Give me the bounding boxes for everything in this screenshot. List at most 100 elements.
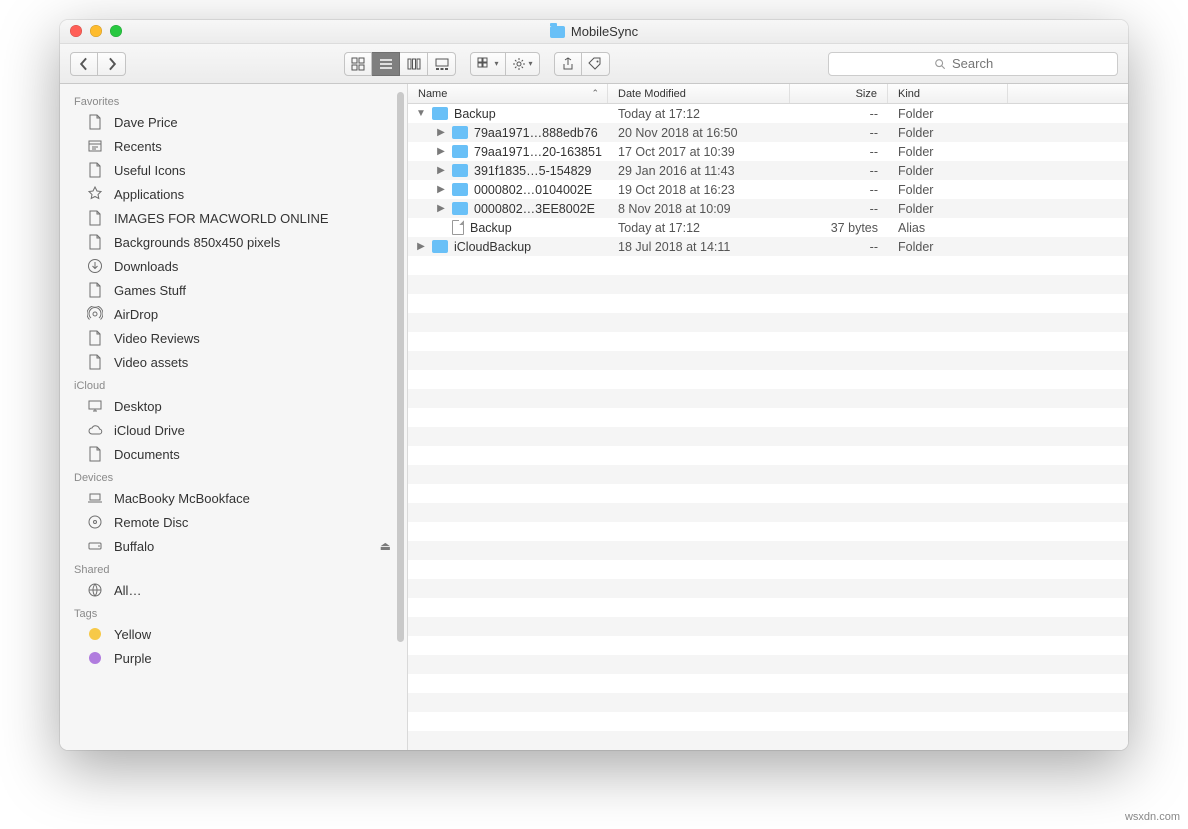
column-date[interactable]: Date Modified <box>608 84 790 103</box>
tag-icon <box>86 649 104 667</box>
list-view-button[interactable] <box>372 52 400 76</box>
sidebar-item-yellow[interactable]: Yellow <box>60 622 407 646</box>
table-row[interactable]: ▶0000802…0104002E19 Oct 2018 at 16:23--F… <box>408 180 1128 199</box>
sidebar-item-airdrop[interactable]: AirDrop <box>60 302 407 326</box>
sidebar-item-recents[interactable]: Recents <box>60 134 407 158</box>
sidebar-item-documents[interactable]: Documents <box>60 442 407 466</box>
file-kind: Alias <box>888 221 1008 235</box>
empty-row <box>408 294 1128 313</box>
action-button[interactable]: ▾ <box>506 52 540 76</box>
table-row[interactable]: ▶391f1835…5-15482929 Jan 2016 at 11:43--… <box>408 161 1128 180</box>
cloud-icon <box>86 421 104 439</box>
table-row[interactable]: ▼BackupToday at 17:12--Folder <box>408 104 1128 123</box>
chevron-left-icon <box>77 57 91 71</box>
sidebar-item-label: Video assets <box>114 355 188 370</box>
table-row[interactable]: ▶79aa1971…888edb7620 Nov 2018 at 16:50--… <box>408 123 1128 142</box>
sidebar-item-backgrounds-850x450-pixels[interactable]: Backgrounds 850x450 pixels <box>60 230 407 254</box>
apps-icon <box>86 185 104 203</box>
table-row[interactable]: BackupToday at 17:1237 bytesAlias <box>408 218 1128 237</box>
sidebar-item-label: Applications <box>114 187 184 202</box>
disclosure-triangle-icon[interactable]: ▶ <box>436 165 446 176</box>
minimize-button[interactable] <box>90 25 102 37</box>
file-name: iCloudBackup <box>454 240 531 254</box>
sidebar-section-icloud: iCloud <box>60 374 407 394</box>
sidebar-item-label: Desktop <box>114 399 162 414</box>
sidebar-item-applications[interactable]: Applications <box>60 182 407 206</box>
file-list[interactable]: ▼BackupToday at 17:12--Folder▶79aa1971…8… <box>408 104 1128 750</box>
sidebar-section-shared: Shared <box>60 558 407 578</box>
disclosure-triangle-icon[interactable]: ▶ <box>436 184 446 195</box>
file-name: 79aa1971…20-163851 <box>474 145 602 159</box>
column-view-button[interactable] <box>400 52 428 76</box>
close-button[interactable] <box>70 25 82 37</box>
desktop-icon <box>86 397 104 415</box>
file-kind: Folder <box>888 240 1008 254</box>
folder-icon <box>452 164 468 177</box>
doc-icon <box>86 113 104 131</box>
folder-icon <box>452 126 468 139</box>
disclosure-triangle-icon[interactable]: ▼ <box>416 108 426 119</box>
sidebar-item-label: All… <box>114 583 141 598</box>
icon-view-button[interactable] <box>344 52 372 76</box>
column-kind[interactable]: Kind <box>888 84 1008 103</box>
sidebar[interactable]: FavoritesDave PriceRecentsUseful IconsAp… <box>60 84 408 750</box>
doc-icon <box>86 281 104 299</box>
sidebar-item-video-assets[interactable]: Video assets <box>60 350 407 374</box>
empty-row <box>408 522 1128 541</box>
sidebar-item-remote-disc[interactable]: Remote Disc <box>60 510 407 534</box>
sidebar-item-useful-icons[interactable]: Useful Icons <box>60 158 407 182</box>
sidebar-item-video-reviews[interactable]: Video Reviews <box>60 326 407 350</box>
sidebar-item-images-for-macworld-online[interactable]: IMAGES FOR MACWORLD ONLINE <box>60 206 407 230</box>
arrange-button[interactable]: ▾ <box>470 52 505 76</box>
back-button[interactable] <box>70 52 98 76</box>
file-size: -- <box>790 183 888 197</box>
table-row[interactable]: ▶0000802…3EE8002E8 Nov 2018 at 10:09--Fo… <box>408 199 1128 218</box>
sidebar-item-desktop[interactable]: Desktop <box>60 394 407 418</box>
sidebar-item-label: Recents <box>114 139 162 154</box>
titlebar[interactable]: MobileSync <box>60 20 1128 44</box>
file-name: 0000802…3EE8002E <box>474 202 595 216</box>
eject-icon[interactable]: ⏏ <box>380 539 391 553</box>
chevron-right-icon <box>105 57 119 71</box>
empty-row <box>408 408 1128 427</box>
drive-icon <box>86 537 104 555</box>
forward-button[interactable] <box>98 52 126 76</box>
sidebar-item-purple[interactable]: Purple <box>60 646 407 670</box>
column-size-label: Size <box>856 88 877 100</box>
share-button[interactable] <box>554 52 582 76</box>
folder-icon <box>452 202 468 215</box>
column-size[interactable]: Size <box>790 84 888 103</box>
sidebar-item-label: Documents <box>114 447 180 462</box>
sidebar-item-all-[interactable]: All… <box>60 578 407 602</box>
search-field[interactable] <box>828 52 1118 76</box>
empty-row <box>408 579 1128 598</box>
folder-icon <box>432 240 448 253</box>
sidebar-item-buffalo[interactable]: Buffalo⏏ <box>60 534 407 558</box>
empty-row <box>408 465 1128 484</box>
file-date: 8 Nov 2018 at 10:09 <box>608 202 790 216</box>
sidebar-item-games-stuff[interactable]: Games Stuff <box>60 278 407 302</box>
zoom-button[interactable] <box>110 25 122 37</box>
empty-row <box>408 313 1128 332</box>
sidebar-item-macbooky-mcbookface[interactable]: MacBooky McBookface <box>60 486 407 510</box>
empty-row <box>408 560 1128 579</box>
sidebar-item-downloads[interactable]: Downloads <box>60 254 407 278</box>
disclosure-triangle-icon[interactable]: ▶ <box>436 146 446 157</box>
arrange-icon <box>477 57 491 71</box>
disclosure-triangle-icon[interactable]: ▶ <box>436 203 446 214</box>
sidebar-item-dave-price[interactable]: Dave Price <box>60 110 407 134</box>
disclosure-triangle-icon[interactable]: ▶ <box>436 127 446 138</box>
gallery-view-button[interactable] <box>428 52 456 76</box>
sidebar-item-icloud-drive[interactable]: iCloud Drive <box>60 418 407 442</box>
tags-button[interactable] <box>582 52 610 76</box>
search-input[interactable] <box>952 56 1012 71</box>
table-row[interactable]: ▶79aa1971…20-16385117 Oct 2017 at 10:39-… <box>408 142 1128 161</box>
globe-icon <box>86 581 104 599</box>
table-row[interactable]: ▶iCloudBackup18 Jul 2018 at 14:11--Folde… <box>408 237 1128 256</box>
toolbar: ▾ ▾ <box>60 44 1128 84</box>
column-name[interactable]: Name⌃ <box>408 84 608 103</box>
column-date-label: Date Modified <box>618 88 686 100</box>
sidebar-item-label: Useful Icons <box>114 163 186 178</box>
recents-icon <box>86 137 104 155</box>
disclosure-triangle-icon[interactable]: ▶ <box>416 241 426 252</box>
